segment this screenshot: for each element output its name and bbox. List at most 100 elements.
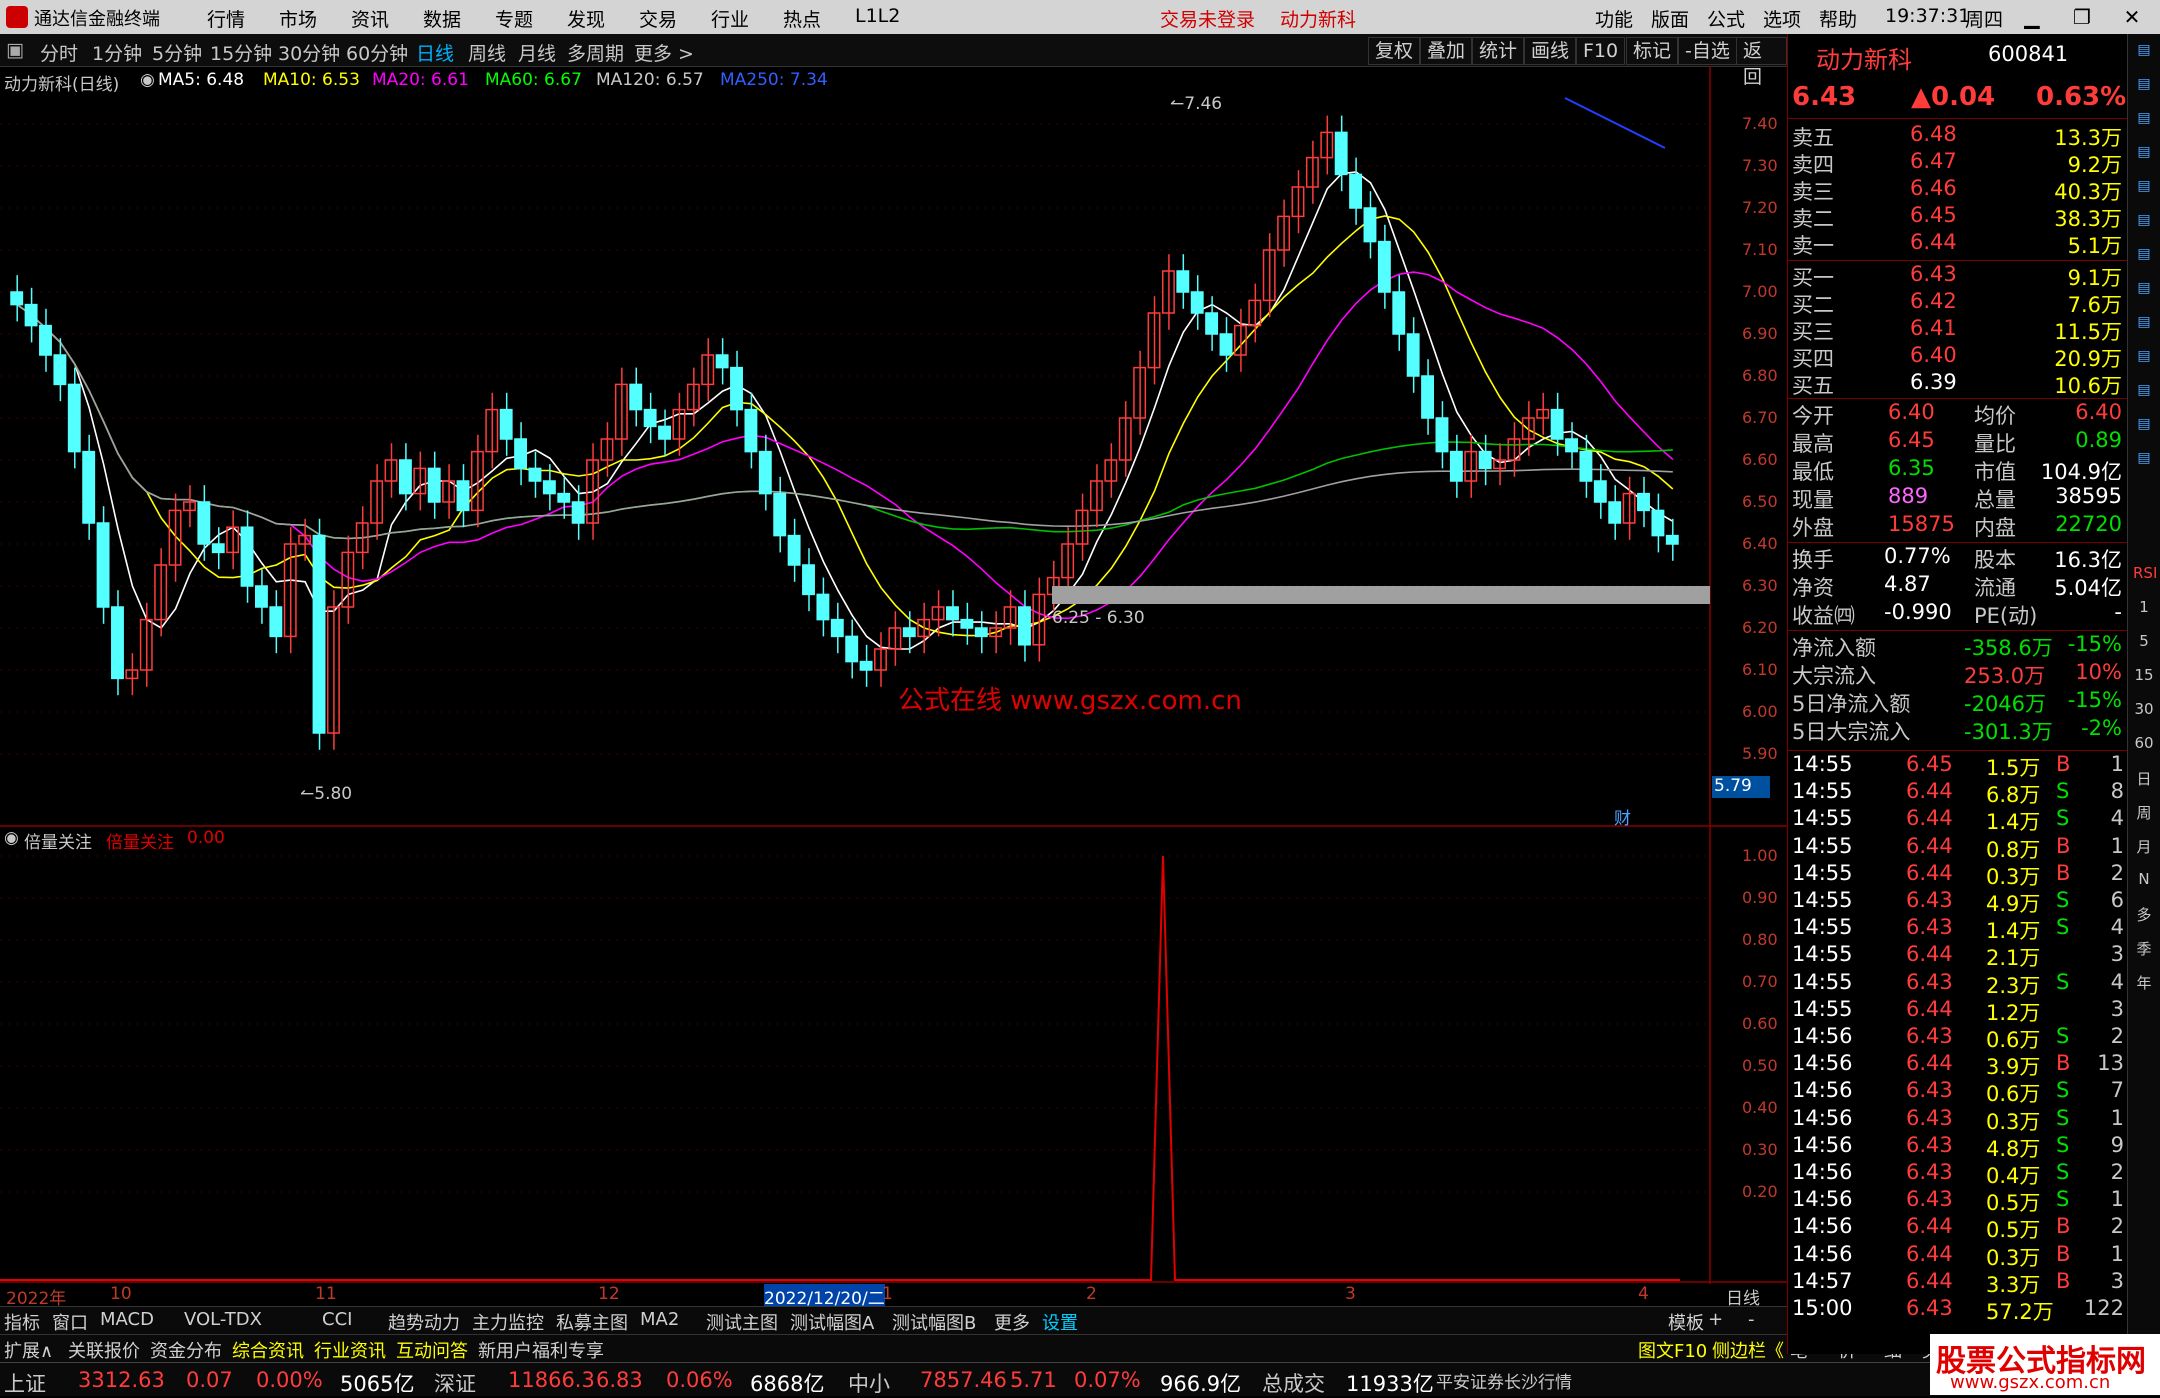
info-tab[interactable]: 行业资讯 <box>314 1337 386 1363</box>
menu-trade[interactable]: 交易 <box>639 5 677 32</box>
sidebar-period[interactable]: 月 <box>2133 836 2155 858</box>
menu-function[interactable]: 功能 <box>1595 5 1633 32</box>
sidebar-tool-icon[interactable]: ▤ <box>2133 76 2155 98</box>
restore-icon[interactable]: ❐ <box>2065 2 2099 32</box>
sidebar-tool-icon[interactable]: ▤ <box>2133 382 2155 404</box>
indicator-settings-icon[interactable]: ◉ <box>4 828 19 848</box>
sidebar-tool-icon[interactable]: ▤ <box>2133 42 2155 64</box>
btn-back[interactable]: 返回 <box>1736 37 1787 88</box>
sidebar-period[interactable]: RSI <box>2133 564 2157 586</box>
sidebar-period[interactable]: 季 <box>2133 938 2155 960</box>
indicator-tab[interactable]: 设置 <box>1042 1309 1078 1335</box>
close-icon[interactable]: ✕ <box>2115 2 2149 32</box>
period-30m[interactable]: 30分钟 <box>278 39 340 66</box>
menu-topic[interactable]: 专题 <box>495 5 533 32</box>
btn-fuquan[interactable]: 复权 <box>1368 37 1421 65</box>
candle <box>1190 291 1204 314</box>
menu-discover[interactable]: 发现 <box>567 5 605 32</box>
period-day[interactable]: 日线 <box>416 39 454 66</box>
menu-layout[interactable]: 版面 <box>1651 5 1689 32</box>
btn-overlay[interactable]: 叠加 <box>1420 37 1473 65</box>
toggle-panel-icon[interactable]: ▣ <box>6 39 24 61</box>
info-tab[interactable]: 互动问答 <box>396 1337 468 1363</box>
sidebar-period[interactable]: 1 <box>2133 598 2155 620</box>
kline-chart[interactable] <box>0 66 1787 1286</box>
info-tab[interactable]: 新用户福利专享 <box>478 1337 604 1363</box>
indicator-tab[interactable]: MACD <box>100 1309 154 1330</box>
info-tab[interactable]: 扩展∧ <box>4 1337 53 1363</box>
sidebar-period[interactable]: N <box>2133 870 2155 892</box>
sidebar-period[interactable]: 多 <box>2133 904 2155 926</box>
indicator-tab[interactable]: 测试主图 <box>706 1309 778 1335</box>
indicator-tab[interactable]: MA2 <box>640 1309 679 1330</box>
candle <box>96 522 110 608</box>
sidebar-period[interactable]: 60 <box>2133 734 2155 756</box>
sidebar-tool-icon[interactable]: ▤ <box>2133 144 2155 166</box>
tab-control[interactable]: 模板 <box>1668 1309 1704 1335</box>
sidebar-period[interactable]: 30 <box>2133 700 2155 722</box>
sidebar-tool-icon[interactable]: ▤ <box>2133 110 2155 132</box>
indicator-tab[interactable]: 趋势动力 <box>388 1309 460 1335</box>
sidebar-tool-icon[interactable]: ▤ <box>2133 178 2155 200</box>
period-60m[interactable]: 60分钟 <box>346 39 408 66</box>
indicator-tab[interactable]: CCI <box>322 1309 352 1330</box>
menu-market[interactable]: 市场 <box>279 5 317 32</box>
panel-tab[interactable]: 侧边栏《 <box>1712 1337 1784 1363</box>
menu-l1l2[interactable]: L1L2 <box>855 5 900 27</box>
menu-hq[interactable]: 行情 <box>207 5 245 32</box>
sidebar-period[interactable]: 年 <box>2133 972 2155 994</box>
bid-price: 6.39 <box>1910 370 1957 394</box>
indicator-tab[interactable]: 私募主图 <box>556 1309 628 1335</box>
period-5m[interactable]: 5分钟 <box>152 39 202 66</box>
indicator-tab[interactable]: 主力监控 <box>472 1309 544 1335</box>
indicator-tab[interactable]: VOL-TDX <box>184 1309 262 1330</box>
sidebar-tool-icon[interactable]: ▤ <box>2133 246 2155 268</box>
menu-hot[interactable]: 热点 <box>783 5 821 32</box>
indicator-tab[interactable]: 测试幅图B <box>892 1309 976 1335</box>
sidebar-tool-icon[interactable]: ▤ <box>2133 416 2155 438</box>
period-multi[interactable]: 多周期 <box>567 39 624 66</box>
sidebar-period[interactable]: 15 <box>2133 666 2155 688</box>
period-week[interactable]: 周线 <box>468 39 506 66</box>
period-fs[interactable]: 分时 <box>40 39 78 66</box>
indicator-tab[interactable]: 更多 <box>994 1309 1030 1335</box>
menu-formula[interactable]: 公式 <box>1707 5 1745 32</box>
info-tab[interactable]: 资金分布 <box>150 1337 222 1363</box>
indicator-tab[interactable]: 指标 <box>4 1309 40 1335</box>
info-tab[interactable]: 综合资讯 <box>232 1337 304 1363</box>
indicator-tab[interactable]: 窗口 <box>52 1309 88 1335</box>
sidebar-tool-icon[interactable]: ▤ <box>2133 280 2155 302</box>
btn-draw[interactable]: 画线 <box>1524 37 1577 65</box>
sidebar-tool-icon[interactable]: ▤ <box>2133 450 2155 472</box>
menu-news[interactable]: 资讯 <box>351 5 389 32</box>
tab-control[interactable]: + <box>1708 1309 1723 1330</box>
stat-label: 最低 <box>1792 460 1834 484</box>
sidebar-period[interactable]: 5 <box>2133 632 2155 654</box>
menu-data[interactable]: 数据 <box>423 5 461 32</box>
menu-help[interactable]: 帮助 <box>1819 5 1857 32</box>
btn-f10[interactable]: F10 <box>1576 37 1626 65</box>
candle <box>10 291 24 306</box>
sidebar-tool-icon[interactable]: ▤ <box>2133 212 2155 234</box>
tab-control[interactable]: - <box>1748 1309 1755 1330</box>
sidebar-period[interactable]: 周 <box>2133 802 2155 824</box>
indicator-tab[interactable]: 测试幅图A <box>790 1309 874 1335</box>
sidebar-tool-icon[interactable]: ▤ <box>2133 314 2155 336</box>
period-more[interactable]: 更多 > <box>634 39 694 66</box>
btn-remove-fav[interactable]: -自选 <box>1678 37 1737 65</box>
period-1m[interactable]: 1分钟 <box>92 39 142 66</box>
sidebar-period[interactable]: 日 <box>2133 768 2155 790</box>
menu-options[interactable]: 选项 <box>1763 5 1801 32</box>
period-15m[interactable]: 15分钟 <box>210 39 272 66</box>
sidebar-tool-icon[interactable]: ▤ <box>2133 348 2155 370</box>
info-tab[interactable]: 关联报价 <box>68 1337 140 1363</box>
btn-stats[interactable]: 统计 <box>1472 37 1525 65</box>
panel-tab[interactable]: 图文F10 <box>1638 1337 1707 1363</box>
btn-mark[interactable]: 标记 <box>1626 37 1679 65</box>
trade-login-status[interactable]: 交易未登录 <box>1160 5 1255 32</box>
menu-industry[interactable]: 行业 <box>711 5 749 32</box>
period-month[interactable]: 月线 <box>518 39 556 66</box>
minimize-icon[interactable]: ▁ <box>2015 2 2049 32</box>
stat-label: 收益㈣ <box>1792 604 1855 628</box>
finance-marker[interactable]: 财 <box>1614 804 1631 829</box>
